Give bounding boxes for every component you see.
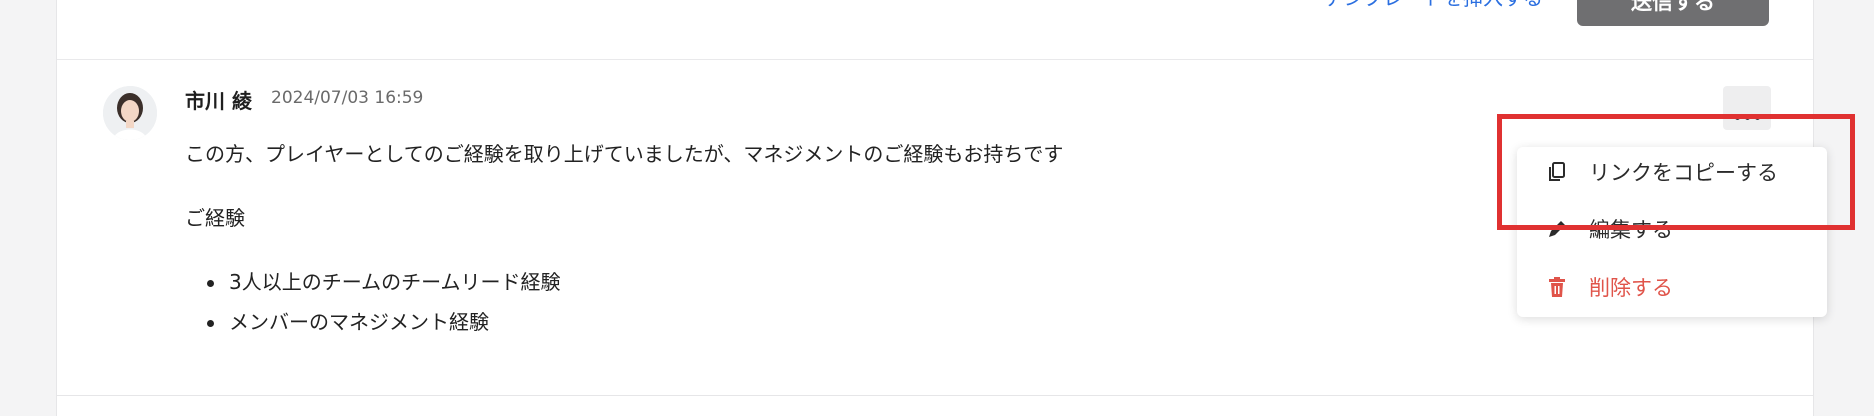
comment-card: テンプレートを挿入する 送信する 市川 綾 2024/07/03 16:59 こ… (56, 0, 1855, 416)
composer-footer: テンプレートを挿入する 送信する (57, 0, 1813, 60)
comment-bullet-list: 3人以上のチームのチームリード経験 メンバーのマネジメント経験 (185, 267, 561, 347)
trash-icon (1549, 277, 1565, 297)
list-item: 3人以上のチームのチームリード経験 (185, 267, 561, 307)
comment-paragraph: ご経験 (185, 206, 245, 230)
avatar (103, 86, 157, 140)
comment-author: 市川 綾 (185, 89, 252, 113)
menu-item-delete[interactable]: 削除する (1517, 262, 1827, 312)
comment-paragraph: この方、プレイヤーとしてのご経験を取り上げていましたが、マネジメントのご経験もお… (185, 142, 1064, 166)
comment-body: この方、プレイヤーとしてのご経験を取り上げていましたが、マネジメントのご経験もお… (185, 139, 1385, 334)
menu-item-label: 削除する (1589, 276, 1673, 300)
highlight-box (1497, 114, 1855, 230)
insert-template-link[interactable]: テンプレートを挿入する (1324, 0, 1543, 11)
avatar-photo-icon (103, 86, 157, 140)
comment-timestamp: 2024/07/03 16:59 (271, 88, 424, 108)
send-button[interactable]: 送信する (1577, 0, 1769, 26)
list-item: メンバーのマネジメント経験 (185, 307, 561, 347)
